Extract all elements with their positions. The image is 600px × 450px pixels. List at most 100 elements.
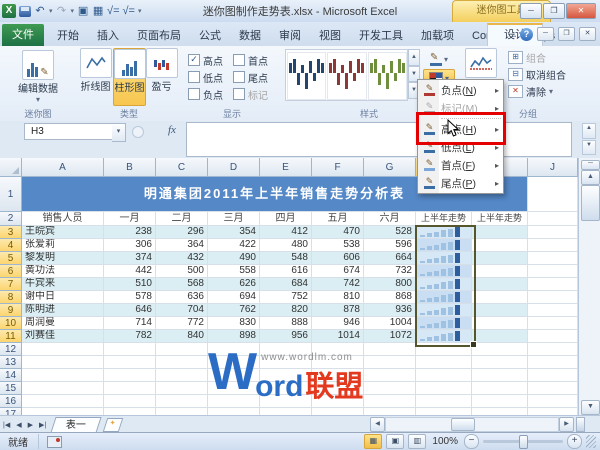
workbook-close-button[interactable]: ✕ xyxy=(579,27,596,41)
formula-bar-scroll[interactable]: ▲ ▼ xyxy=(582,123,596,155)
empty-cell[interactable] xyxy=(528,369,578,382)
last-sheet-icon[interactable]: ▶| xyxy=(36,421,49,429)
empty-cell[interactable] xyxy=(528,356,578,369)
empty-cell[interactable] xyxy=(416,369,472,382)
row-header-14[interactable]: 14 xyxy=(0,369,22,382)
cell-value[interactable]: 1072 xyxy=(364,330,416,343)
empty-cell[interactable] xyxy=(156,382,208,395)
row-header-2[interactable]: 2 xyxy=(0,212,22,226)
column-header-B[interactable]: B xyxy=(104,158,156,177)
cell-value[interactable]: 480 xyxy=(260,239,312,252)
cell-I3[interactable] xyxy=(472,226,528,239)
row-header-6[interactable]: 6 xyxy=(0,265,22,278)
zoom-slider[interactable] xyxy=(483,440,563,443)
menu-item-负点[interactable]: ✎负点(N)▸ xyxy=(418,81,503,99)
empty-cell[interactable] xyxy=(104,395,156,408)
cell-value[interactable]: 782 xyxy=(104,330,156,343)
cell-value[interactable]: 374 xyxy=(104,252,156,265)
cell-value[interactable]: 558 xyxy=(208,265,260,278)
scroll-up-icon[interactable]: ▲ xyxy=(581,170,600,185)
checkbox-标记[interactable]: ✓标记 xyxy=(233,86,268,102)
cell-value[interactable]: 538 xyxy=(312,239,364,252)
cell-value[interactable]: 946 xyxy=(312,317,364,330)
page-layout-view-button[interactable]: ▣ xyxy=(386,434,404,449)
empty-cell[interactable] xyxy=(472,382,528,395)
empty-cell[interactable] xyxy=(104,382,156,395)
sparkline-cell-H6[interactable] xyxy=(416,265,472,278)
formula-input[interactable] xyxy=(186,122,572,157)
view-grid-icon[interactable]: ▦ xyxy=(92,4,104,18)
vertical-scroll-thumb[interactable] xyxy=(581,185,600,221)
cell-value[interactable]: 422 xyxy=(208,239,260,252)
empty-cell[interactable] xyxy=(528,408,578,415)
empty-cell[interactable] xyxy=(364,382,416,395)
cell-name-陈明进[interactable]: 陈明进 xyxy=(22,304,104,317)
cell-value[interactable]: 510 xyxy=(104,278,156,291)
undo-button[interactable]: ↶ xyxy=(34,4,46,18)
formula-scroll-down-icon[interactable]: ▼ xyxy=(582,140,596,156)
empty-cell[interactable] xyxy=(104,356,156,369)
cell-value[interactable]: 596 xyxy=(364,239,416,252)
tab-开始[interactable]: 开始 xyxy=(48,26,88,46)
redo-dropdown-icon[interactable]: ▾ xyxy=(71,7,75,15)
cell-I4[interactable] xyxy=(472,239,528,252)
tab-插入[interactable]: 插入 xyxy=(88,26,128,46)
column-header-F[interactable]: F xyxy=(312,158,364,177)
group-button[interactable]: ⊞ 组合 xyxy=(508,50,546,65)
empty-cell[interactable] xyxy=(104,369,156,382)
zoom-in-button[interactable]: + xyxy=(567,434,582,449)
undo-dropdown-icon[interactable]: ▾ xyxy=(49,7,53,15)
cell-value[interactable]: 238 xyxy=(104,226,156,239)
prev-sheet-icon[interactable]: ◀ xyxy=(13,421,24,429)
empty-cell[interactable] xyxy=(208,408,260,415)
empty-cell[interactable] xyxy=(22,395,104,408)
close-button[interactable]: ✕ xyxy=(566,3,596,19)
save-button[interactable] xyxy=(19,6,31,17)
hscroll-left-icon[interactable]: ◀ xyxy=(370,417,385,432)
empty-cell[interactable] xyxy=(364,356,416,369)
clear-button[interactable]: ✕ 清除 ▾ xyxy=(508,84,553,99)
checkbox-低点[interactable]: ✓低点 xyxy=(188,69,223,85)
cell-J2[interactable] xyxy=(528,212,578,226)
empty-cell[interactable] xyxy=(416,356,472,369)
column-header-D[interactable]: D xyxy=(208,158,260,177)
split-handle[interactable]: ─ xyxy=(581,160,600,170)
macro-record-icon[interactable] xyxy=(47,436,62,448)
tab-file[interactable]: 文件 xyxy=(2,24,44,46)
cell-value[interactable]: 840 xyxy=(156,330,208,343)
tab-加载项[interactable]: 加载项 xyxy=(412,26,463,46)
style-thumbnail-1[interactable] xyxy=(287,52,326,100)
workbook-restore-button[interactable]: ❐ xyxy=(558,27,575,41)
header-cell-销售人员[interactable]: 销售人员 xyxy=(22,212,104,226)
header-cell-六月[interactable]: 六月 xyxy=(364,212,416,226)
cell-J6[interactable] xyxy=(528,265,578,278)
checkbox-icon-标记[interactable]: ✓ xyxy=(233,88,245,100)
empty-cell[interactable] xyxy=(364,395,416,408)
empty-cell[interactable] xyxy=(156,343,208,356)
checkbox-高点[interactable]: ✓高点 xyxy=(188,52,223,68)
cell-value[interactable]: 732 xyxy=(364,265,416,278)
normal-view-button[interactable]: ▦ xyxy=(364,434,382,449)
insert-worksheet-icon[interactable] xyxy=(103,418,124,432)
cell-value[interactable]: 354 xyxy=(208,226,260,239)
empty-cell[interactable] xyxy=(156,408,208,415)
row-header-9[interactable]: 9 xyxy=(0,304,22,317)
type-button-柱形图[interactable]: 柱形图 xyxy=(113,48,146,106)
column-header-J[interactable]: J xyxy=(528,158,578,177)
sparkline-cell-H4[interactable] xyxy=(416,239,472,252)
checkbox-首点[interactable]: ✓首点 xyxy=(233,52,268,68)
column-header-C[interactable]: C xyxy=(156,158,208,177)
cell-I10[interactable] xyxy=(472,317,528,330)
cell-I9[interactable] xyxy=(472,304,528,317)
name-box-dropdown-icon[interactable]: ▾ xyxy=(112,123,126,142)
cell-value[interactable]: 616 xyxy=(260,265,312,278)
row-header-3[interactable]: 3 xyxy=(0,226,22,239)
next-sheet-icon[interactable]: ▶ xyxy=(25,421,36,429)
cell-name-黄功法[interactable]: 黄功法 xyxy=(22,265,104,278)
row-header-17[interactable]: 17 xyxy=(0,408,22,415)
cell-value[interactable]: 694 xyxy=(208,291,260,304)
zoom-level[interactable]: 100% xyxy=(432,436,458,447)
cell-value[interactable]: 810 xyxy=(312,291,364,304)
cell-name-谢中日[interactable]: 谢中日 xyxy=(22,291,104,304)
sparkline-cell-H8[interactable] xyxy=(416,291,472,304)
